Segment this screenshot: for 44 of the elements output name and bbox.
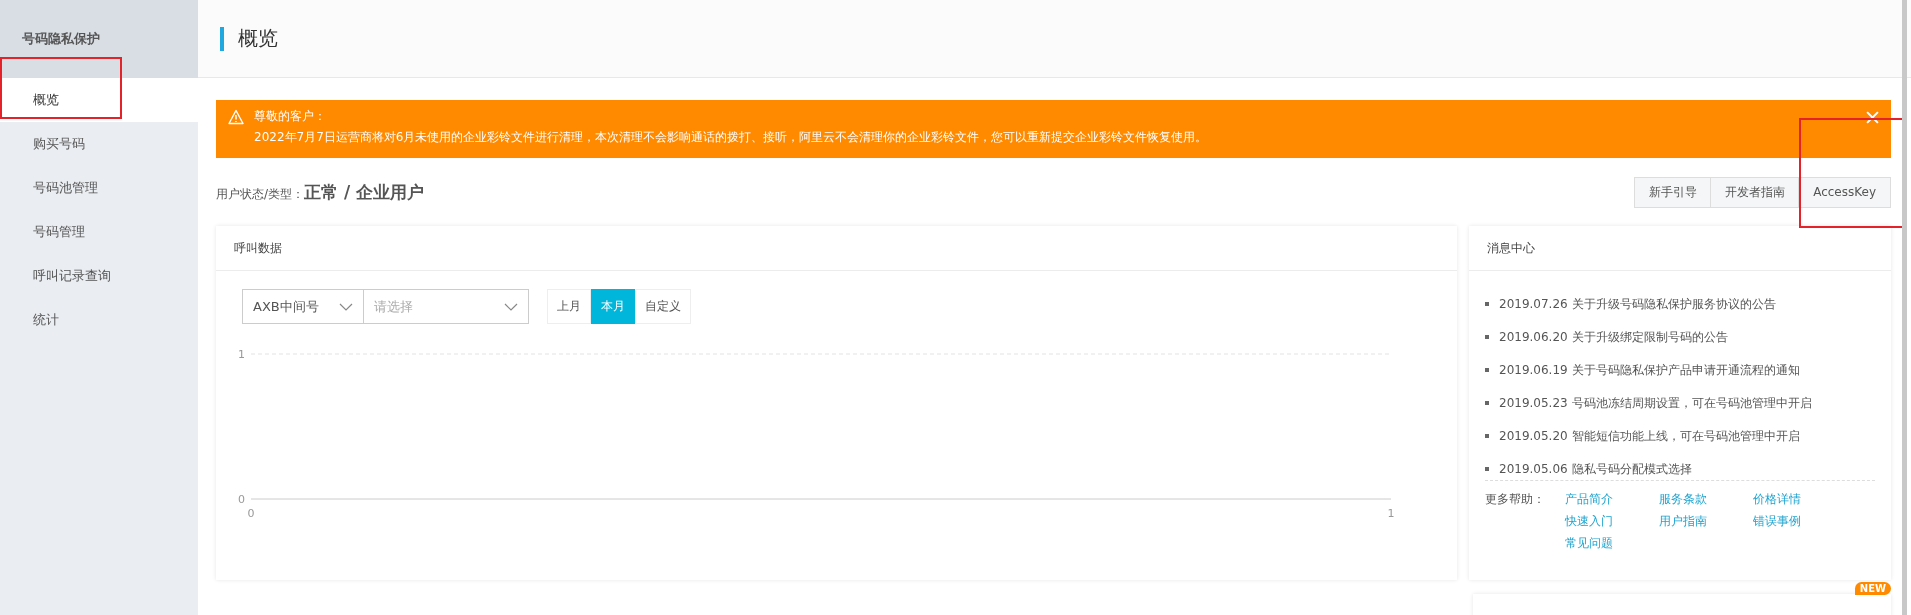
bullet-icon xyxy=(1485,434,1489,438)
notice-link[interactable]: 2019.07.26 关于升级号码隐私保护服务协议的公告 xyxy=(1499,295,1776,313)
warning-icon xyxy=(228,109,244,125)
bullet-icon xyxy=(1485,335,1489,339)
sidebar-item[interactable]: 概览 xyxy=(0,78,198,122)
new-badge: NEW xyxy=(1854,582,1891,595)
alert-title: 尊敬的客户： xyxy=(254,108,327,125)
chevron-down-icon xyxy=(339,302,353,311)
close-icon[interactable] xyxy=(1866,111,1879,124)
y-tick-label: 0 xyxy=(238,493,245,506)
status-label: 用户状态/类型： xyxy=(216,186,305,201)
help-label: 更多帮助： xyxy=(1485,491,1545,508)
bullet-icon xyxy=(1485,368,1489,372)
notice-link[interactable]: 2019.06.20 关于升级绑定限制号码的公告 xyxy=(1499,328,1728,346)
number-type-select[interactable]: AXB中间号 xyxy=(242,289,364,324)
period-tab[interactable]: 自定义 xyxy=(635,289,691,324)
x-tick-label: 0 xyxy=(247,507,255,520)
sidebar-item[interactable]: 购买号码 xyxy=(0,122,198,166)
bullet-icon xyxy=(1485,467,1489,471)
bullet-icon xyxy=(1485,401,1489,405)
bullet-icon xyxy=(1485,302,1489,306)
scrollbar[interactable] xyxy=(1902,0,1907,615)
action-button[interactable]: 新手引导 xyxy=(1634,176,1713,208)
accent-bar xyxy=(220,26,224,51)
sidebar-item[interactable]: 呼叫记录查询 xyxy=(0,254,198,298)
notice-link[interactable]: 2019.06.19 关于号码隐私保护产品申请开通流程的通知 xyxy=(1499,361,1800,379)
period-tab[interactable]: 上月 xyxy=(547,289,591,324)
sidebar-item[interactable]: 号码池管理 xyxy=(0,166,198,210)
alert-message: 2022年7月7日运营商将对6月未使用的企业彩铃文件进行清理，本次清理不会影响通话的拨打、接听，阿里云不会清理你的企业彩铃文件，您可以重新提交企业彩铃文件恢复使用。 xyxy=(253,129,1209,146)
sidebar-item[interactable]: 统计 xyxy=(0,298,198,342)
chevron-down-icon xyxy=(504,302,518,311)
card-title: 消息中心 xyxy=(1487,239,1535,257)
notice-link[interactable]: 2019.05.06 隐私号码分配模式选择 xyxy=(1499,460,1692,478)
y-tick-label: 1 xyxy=(238,348,245,361)
notice-link[interactable]: 2019.05.20 智能短信功能上线，可在号码池管理中开启 xyxy=(1499,427,1800,445)
sidebar-title: 号码隐私保护 xyxy=(22,30,100,48)
notice-link[interactable]: 2019.05.23 号码池冻结周期设置，可在号码池管理中开启 xyxy=(1499,394,1812,412)
action-button[interactable]: AccessKey xyxy=(1798,176,1891,208)
sidebar-item[interactable]: 号码管理 xyxy=(0,210,198,254)
page-title: 概览 xyxy=(238,25,278,52)
x-tick-label: 1 xyxy=(1387,507,1395,520)
status-value: 正常 / 企业用户 xyxy=(304,181,425,202)
card-title: 呼叫数据 xyxy=(234,239,282,257)
action-button[interactable]: 开发者指南 xyxy=(1710,176,1801,208)
